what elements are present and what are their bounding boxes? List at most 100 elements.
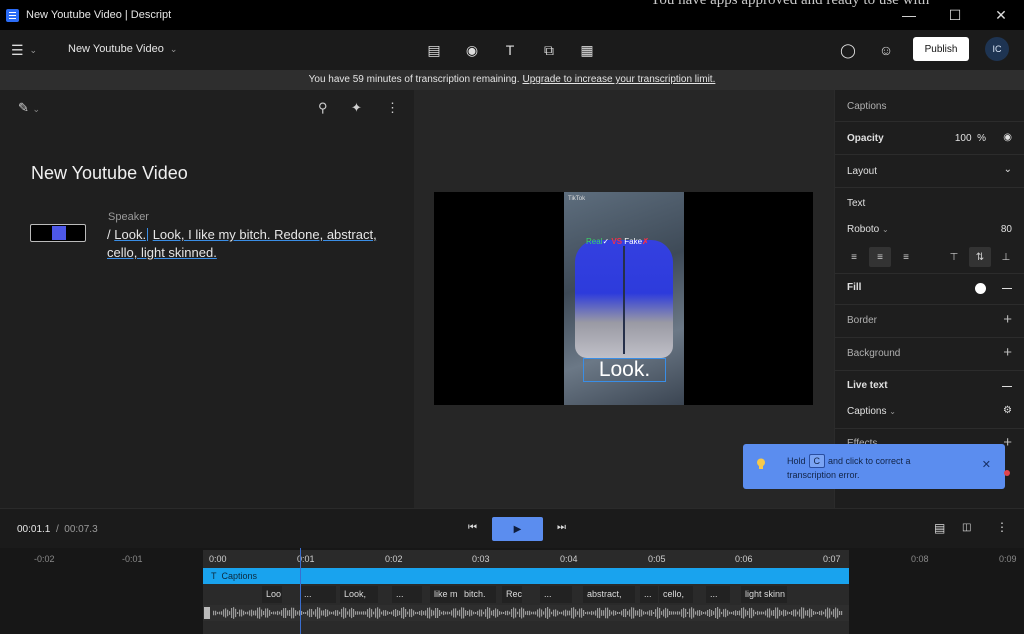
close-icon[interactable]: ✕ — [978, 0, 1024, 30]
timeline-word[interactable]: bitch. — [460, 586, 496, 603]
chevron-down-icon[interactable]: ⌄ — [1004, 164, 1012, 175]
page-title: New Youtube Video — [31, 163, 188, 183]
window-controls: — ☐ ✕ — [886, 0, 1024, 30]
remove-live-text-icon[interactable] — [1002, 386, 1012, 387]
more-options-icon[interactable]: ⋮ — [996, 520, 1008, 534]
ruler-label: 0:03 — [472, 554, 490, 564]
timeline-word[interactable]: cello, — [659, 586, 693, 603]
record-icon[interactable]: ◉ — [462, 40, 482, 60]
split-icon[interactable]: ◫ — [962, 522, 971, 533]
ruler-label: 0:02 — [385, 554, 403, 564]
play-button[interactable]: ▶ — [492, 517, 543, 541]
tooltip-hold: Hold — [787, 456, 806, 466]
keyboard-key: C — [808, 454, 826, 468]
captions-select-value: Captions — [847, 406, 887, 417]
title-bar: New Youtube Video | Descript You have ap… — [0, 0, 1024, 30]
align-left-icon[interactable]: ≡ — [843, 247, 865, 267]
fill-color-swatch[interactable] — [975, 283, 986, 294]
align-top-icon[interactable]: ⊤ — [943, 247, 965, 267]
captions-select[interactable]: Captions ⌄ — [847, 406, 896, 417]
more-options-icon[interactable]: ⋮ — [386, 100, 399, 116]
divider — [835, 428, 1024, 429]
document-title[interactable]: New Youtube Video ⌄ — [68, 43, 177, 55]
add-scene-icon[interactable]: ▤ — [424, 40, 444, 60]
add-background-icon[interactable]: + — [1003, 345, 1012, 360]
timeline-word[interactable]: light skinn — [741, 586, 787, 603]
text-cursor — [147, 228, 149, 241]
add-border-icon[interactable]: + — [1003, 312, 1012, 327]
ruler-label: 0:06 — [735, 554, 753, 564]
pen-icon[interactable]: ✎ ⌄ — [18, 100, 40, 116]
timeline-word[interactable]: ... — [392, 586, 422, 603]
captions-track-label: Captions — [221, 571, 258, 581]
notification-dot — [1004, 470, 1010, 476]
tooltip-line2: transcription error. — [787, 470, 860, 480]
window-title: New Youtube Video | Descript — [26, 9, 172, 21]
timeline-word[interactable]: Look, — [340, 586, 378, 603]
transcript-line[interactable]: cello, light skinned. — [107, 245, 217, 260]
font-size-field[interactable]: 80 — [1001, 224, 1012, 235]
skip-back-icon[interactable]: ⏮ — [468, 522, 477, 533]
maximize-icon[interactable]: ☐ — [932, 0, 978, 30]
sneakers-image — [575, 240, 673, 358]
close-icon[interactable]: ✕ — [982, 458, 991, 471]
comment-icon[interactable]: ◯ — [838, 40, 858, 60]
timeline-word[interactable]: Rec — [502, 586, 522, 603]
live-text-label: Live text — [847, 380, 888, 391]
sliders-icon[interactable]: ⚙ — [1003, 405, 1012, 416]
opacity-unit: % — [977, 133, 986, 144]
align-center-icon[interactable]: ≡ — [869, 247, 891, 267]
publish-button[interactable]: Publish — [913, 37, 969, 61]
add-user-icon[interactable]: ☺ — [876, 40, 896, 60]
timeline-word[interactable]: Loo — [262, 586, 282, 603]
timeline-view-icon[interactable]: ▤ — [934, 521, 945, 535]
remove-fill-icon[interactable] — [1002, 288, 1012, 289]
text-alignment-row: ≡ ≡ ≡ ⊤ ⇅ ⊥ — [843, 247, 1019, 267]
text-tool-icon[interactable]: T — [500, 40, 520, 60]
timeline-word[interactable]: like m — [430, 586, 460, 603]
align-middle-icon[interactable]: ⇅ — [969, 247, 991, 267]
shapes-icon[interactable]: ⧉ — [539, 40, 559, 60]
ruler-label: 0:00 — [209, 554, 227, 564]
timeline-word[interactable]: ... — [640, 586, 658, 603]
transcript-text[interactable]: / Look. Look, I like my bitch. Redone, a… — [107, 226, 397, 262]
upgrade-link[interactable]: Upgrade to increase your transcription l… — [523, 74, 716, 85]
timeline-word[interactable]: ... — [540, 586, 572, 603]
timeline-word[interactable]: abstract, — [583, 586, 635, 603]
transcription-banner: You have 59 minutes of transcription rem… — [0, 70, 1024, 90]
video-thumbnail[interactable] — [30, 224, 86, 242]
speaker-label[interactable]: Speaker — [108, 211, 149, 223]
visibility-eye-icon[interactable]: ◉ — [1003, 132, 1012, 143]
font-select[interactable]: Roboto ⌄ — [847, 224, 889, 235]
transcript-word[interactable]: Look. — [114, 227, 146, 242]
current-time: 00:01.1 — [17, 524, 51, 535]
menu-icon[interactable]: ☰ ⌄ — [11, 40, 37, 60]
opacity-number: 100 — [954, 133, 972, 144]
divider — [835, 337, 1024, 338]
skip-forward-icon[interactable]: ⏭ — [557, 522, 566, 533]
timeline-word[interactable]: ... — [300, 586, 336, 603]
opacity-value[interactable]: 100 % — [955, 133, 986, 144]
app-window: { "window": { "title": "New Youtube Vide… — [0, 0, 1024, 634]
tooltip-text: Hold Cand click to correct a transcriptio… — [787, 454, 977, 482]
search-icon[interactable]: ⚲ — [318, 100, 328, 116]
align-right-icon[interactable]: ≡ — [895, 247, 917, 267]
align-bottom-icon[interactable]: ⊥ — [995, 247, 1017, 267]
timeline[interactable]: -0:02 -0:01 0:00 0:01 0:02 0:03 0:04 0:0… — [0, 548, 1024, 634]
minimize-icon[interactable]: — — [886, 0, 932, 30]
top-toolbar: ☰ ⌄ New Youtube Video ⌄ ▤ ◉ T ⧉ ▦ ◯ ☺ Publ… — [0, 30, 1024, 70]
ruler-label: 0:08 — [911, 554, 929, 564]
timeline-word[interactable]: ... — [706, 586, 730, 603]
transcript-line[interactable]: Look, I like my bitch. Redone, abstract, — [153, 227, 377, 242]
video-canvas[interactable]: TikTok Real✓ VS Fake✗ Look. — [434, 192, 813, 405]
caption-text-box[interactable]: Look. — [583, 358, 666, 382]
grid-icon[interactable]: ▦ — [577, 40, 597, 60]
ruler-label: 0:09 — [999, 554, 1017, 564]
layout-label[interactable]: Layout — [847, 166, 877, 177]
avatar[interactable]: IC — [985, 37, 1009, 61]
divider — [835, 187, 1024, 188]
sparkle-icon[interactable]: ✦ — [351, 100, 362, 116]
ruler-label: -0:01 — [122, 554, 143, 564]
playhead[interactable] — [300, 548, 301, 634]
text-label: Text — [847, 198, 866, 209]
